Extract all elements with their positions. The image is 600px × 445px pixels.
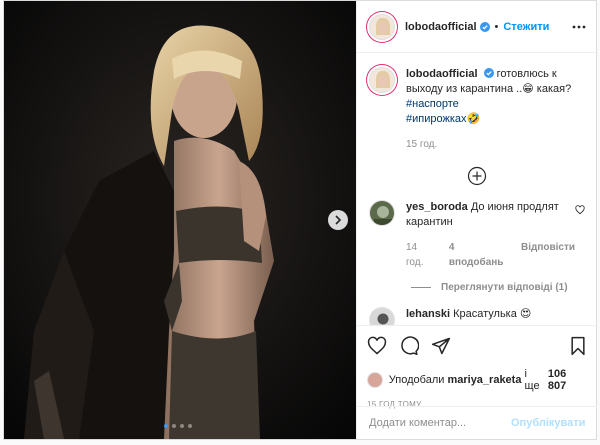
carousel-dot [164,424,168,428]
post-actions: Уподобали mariya_raketa і ще 106 807 15 … [357,325,597,409]
liker-avatar[interactable] [367,372,383,388]
likes-prefix: Уподобали [388,374,445,386]
post-photo [4,1,356,439]
commenter-avatar[interactable] [369,307,395,325]
replies-line [411,287,431,288]
more-options-icon[interactable] [572,25,586,29]
plus-circle-icon [467,166,487,186]
caption: lobodaofficial готовлюсь к выходу из кар… [369,67,585,152]
avatar[interactable] [369,13,395,40]
publish-button[interactable]: Опублікувати [511,417,585,429]
separator-dot: • [494,20,499,33]
hashtag-link[interactable]: #наспорте [406,97,585,112]
comment-username[interactable]: yes_boroda [406,201,468,213]
next-slide-button[interactable] [328,210,348,230]
avatar-image [370,14,394,39]
verified-badge-icon [479,21,490,32]
comment-username[interactable]: lehanski [406,308,450,320]
avatar-image [370,68,394,92]
caption-meta: 15 год. [406,137,585,152]
avatar-image [370,308,394,325]
comments-section[interactable]: lobodaofficial готовлюсь к выходу из кар… [357,53,597,325]
hashtag-link[interactable]: #ипирожках🤣 [406,112,585,127]
follow-button[interactable]: Стежити [503,21,549,33]
like-button[interactable] [367,336,387,356]
avatar-image [370,201,394,225]
chevron-right-icon [335,215,342,225]
carousel-indicator [164,424,192,428]
paper-plane-icon [431,337,451,355]
comment-likes[interactable]: 4 вподобань [449,240,507,270]
verified-badge-icon [483,68,494,78]
view-replies-button[interactable]: Переглянути відповіді (1) [411,282,585,293]
comment-time: 14 год. [406,242,424,268]
liker-username[interactable]: mariya_raketa [447,374,521,386]
commenter-avatar[interactable] [369,200,395,226]
caption-username[interactable]: lobodaofficial [406,68,478,80]
heart-icon[interactable] [575,205,585,215]
carousel-dot [180,424,184,428]
post-side-panel: lobodaofficial • Стежити lobodaofficial … [356,1,598,439]
load-more-comments[interactable] [369,166,585,186]
bookmark-icon [571,336,585,356]
comment-input[interactable] [369,416,511,429]
heart-icon [367,336,387,355]
likes-middle: і ще [524,368,540,392]
likes-count[interactable]: 106 807 [548,368,587,392]
comment-meta: 14 год. 4 вподобань Відповісти [406,240,575,270]
post-media[interactable] [4,1,356,439]
comment-item: yes_boroda До июня продлят карантин 14 г… [369,200,585,270]
post-author-username[interactable]: lobodaofficial [405,21,477,33]
caption-time: 15 год. [406,139,438,150]
post-header: lobodaofficial • Стежити [357,1,598,53]
reply-button[interactable]: Відповісти [521,240,575,270]
comment-button[interactable] [399,336,419,356]
view-replies-label: Переглянути відповіді (1) [441,282,568,293]
share-button[interactable] [431,336,451,356]
comment-bubble-icon [401,336,419,356]
instagram-post: lobodaofficial • Стежити lobodaofficial … [3,0,598,440]
comment-text: Красатулька 😍 [453,308,532,320]
add-comment-bar: Опублікувати [357,406,597,438]
likes-summary: Уподобали mariya_raketa і ще 106 807 [367,368,587,392]
save-button[interactable] [569,336,587,356]
carousel-dot [172,424,176,428]
caption-avatar[interactable] [369,67,395,93]
comment-item: lehanski Красатулька 😍 [369,307,585,325]
action-icons [367,334,587,358]
carousel-dot [188,424,192,428]
